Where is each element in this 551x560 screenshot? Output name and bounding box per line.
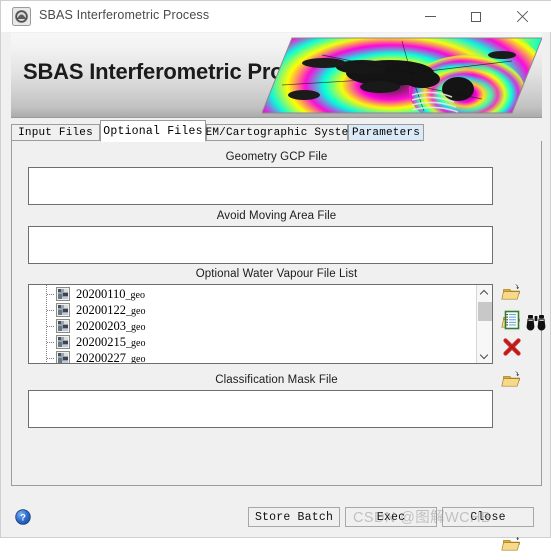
app-window: SBAS Interferometric Process SBAS Interf… xyxy=(0,0,551,551)
chevron-down-icon xyxy=(481,354,488,358)
tree-branch-icon xyxy=(47,294,55,295)
tree-branch-icon xyxy=(47,342,55,343)
close-button[interactable]: Close xyxy=(442,507,534,527)
store-batch-button[interactable]: Store Batch xyxy=(248,507,340,527)
avoid-moving-area-file-label: Avoid Moving Area File xyxy=(216,210,337,222)
tab-label: Input Files xyxy=(18,126,93,139)
close-window-button[interactable] xyxy=(499,1,545,32)
open-folder-icon[interactable] xyxy=(501,282,523,304)
exec-button[interactable]: Exec xyxy=(345,507,437,527)
close-icon xyxy=(516,11,528,23)
geometry-gcp-file-input[interactable] xyxy=(28,167,493,205)
tab-dem-cartographic-system[interactable]: DEM/Cartographic System xyxy=(199,124,355,141)
tree-branch-icon xyxy=(47,326,55,327)
scroll-up-button[interactable] xyxy=(477,285,492,300)
list-item-label: 20200227_geo xyxy=(76,351,146,363)
file-list-scrollbar[interactable] xyxy=(476,285,492,363)
app-banner: SBAS Interferometric Process xyxy=(11,33,542,118)
water-vapour-file-list-label: Optional Water Vapour File List xyxy=(195,268,358,280)
exec-label: Exec xyxy=(376,510,406,524)
list-item-label: 20200122_geo xyxy=(76,303,146,317)
red-x-icon[interactable] xyxy=(501,336,523,358)
tab-label: Optional Files xyxy=(103,124,203,138)
classification-mask-file-label: Classification Mask File xyxy=(215,374,338,386)
satellite-icon xyxy=(12,7,31,26)
raster-file-icon xyxy=(56,335,70,349)
raster-file-icon xyxy=(56,319,70,333)
interferogram-image xyxy=(261,33,542,117)
water-vapour-file-list[interactable]: 20200110_geo 20200122_geo 20200203_geo 2… xyxy=(28,284,493,364)
list-item-label: 20200203_geo xyxy=(76,319,146,333)
list-item-label: 20200215_geo xyxy=(76,335,146,349)
tree-branch-icon xyxy=(47,358,55,359)
title-bar: SBAS Interferometric Process xyxy=(1,1,551,32)
maximize-button[interactable] xyxy=(453,1,499,32)
tree-spine xyxy=(46,285,47,363)
store-batch-label: Store Batch xyxy=(254,510,334,524)
maximize-icon xyxy=(471,11,481,22)
help-icon[interactable]: ? xyxy=(15,509,31,525)
optional-files-panel: Geometry GCP File Avoid Moving Area File… xyxy=(11,141,546,551)
minimize-button[interactable] xyxy=(407,1,453,32)
raster-file-icon xyxy=(56,303,70,317)
tab-label: Parameters xyxy=(351,126,420,139)
binoculars-icon[interactable] xyxy=(525,310,547,332)
tree-branch-icon xyxy=(47,310,55,311)
file-list-items: 20200110_geo 20200122_geo 20200203_geo 2… xyxy=(29,285,474,363)
chevron-up-icon xyxy=(481,291,488,295)
list-item-label: 20200110_geo xyxy=(76,287,145,301)
close-label: Close xyxy=(470,510,506,524)
raster-file-icon xyxy=(56,287,70,301)
tab-optional-files[interactable]: Optional Files xyxy=(100,120,206,142)
classification-mask-file-input[interactable] xyxy=(28,390,493,428)
tab-parameters[interactable]: Parameters xyxy=(348,124,424,141)
geometry-gcp-file-label: Geometry GCP File xyxy=(225,151,328,163)
window-title: SBAS Interferometric Process xyxy=(39,8,210,22)
scroll-down-button[interactable] xyxy=(477,348,492,363)
tab-bar: Input Files Optional Files DEM/Cartograp… xyxy=(11,120,542,142)
raster-file-icon xyxy=(56,351,70,363)
minimize-icon xyxy=(424,16,436,17)
svg-text:?: ? xyxy=(20,513,26,524)
avoid-moving-area-file-input[interactable] xyxy=(28,226,493,264)
scrollbar-thumb[interactable] xyxy=(478,302,492,321)
tab-input-files[interactable]: Input Files xyxy=(11,124,100,141)
list-notepad-icon[interactable] xyxy=(501,309,523,331)
tab-label: DEM/Cartographic System xyxy=(198,126,356,139)
